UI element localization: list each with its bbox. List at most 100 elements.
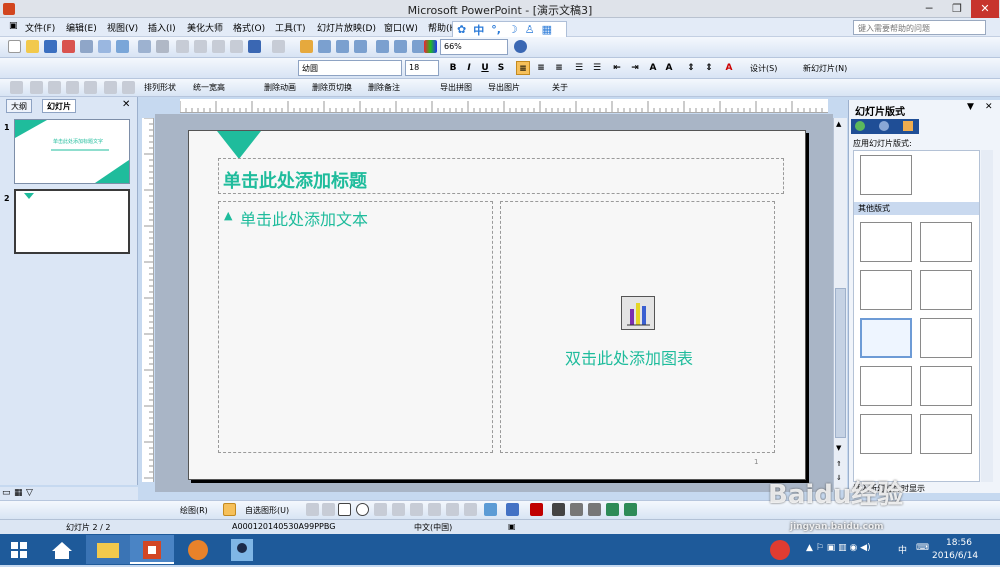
bold-button[interactable]: B — [446, 61, 460, 75]
insert-chart-icon[interactable] — [300, 40, 313, 53]
bullets-button[interactable]: ☰ — [590, 61, 604, 75]
ime-toolbar[interactable]: ✿ 中 °, ☽ ♙ ▦ — [452, 21, 567, 38]
pane-scrollbar[interactable] — [981, 150, 993, 482]
ime-indicator[interactable]: 中 — [898, 543, 907, 556]
align-center-button[interactable]: ≡ — [534, 61, 548, 75]
italic-button[interactable]: I — [462, 61, 476, 75]
draw-menu-button[interactable]: 绘图(R) — [180, 505, 208, 516]
textbox-icon[interactable] — [374, 503, 387, 516]
font-size-select[interactable]: 18 — [405, 60, 439, 76]
menu-tools[interactable]: 工具(T) — [275, 21, 306, 34]
increase-font-button[interactable]: A — [646, 61, 660, 75]
font-select[interactable]: 幼圆 — [298, 60, 402, 76]
layout-10[interactable] — [920, 414, 972, 454]
email-icon[interactable] — [116, 40, 129, 53]
slide-thumbnail-2[interactable] — [14, 189, 130, 254]
punct-icon[interactable]: °, — [491, 23, 501, 36]
back-icon[interactable] — [855, 121, 865, 131]
scroll-thumb[interactable] — [835, 288, 846, 438]
spelling-icon[interactable] — [138, 40, 151, 53]
tool-icon-4[interactable] — [66, 81, 79, 94]
picture-icon[interactable] — [446, 503, 459, 516]
tables-borders-icon[interactable] — [336, 40, 349, 53]
design-button[interactable]: 设计(S) — [750, 63, 777, 74]
fill-icon[interactable] — [464, 503, 477, 516]
photo-app-icon[interactable] — [220, 535, 264, 564]
layout-6[interactable] — [920, 318, 972, 358]
home-icon[interactable] — [903, 121, 913, 131]
autoshapes-button[interactable]: 自选图形(U) — [245, 505, 289, 516]
restore-button[interactable]: ❐ — [943, 0, 971, 18]
explorer-icon[interactable] — [86, 535, 130, 564]
tool-icon-2[interactable] — [30, 81, 43, 94]
arrow-icon[interactable] — [322, 503, 335, 516]
align-right-button[interactable]: ≡ — [552, 61, 566, 75]
format-painter-icon[interactable] — [230, 40, 243, 53]
line-style-icon[interactable] — [552, 503, 565, 516]
tray-app-icon[interactable] — [762, 537, 798, 563]
paste-icon[interactable] — [212, 40, 225, 53]
layout-9[interactable] — [860, 414, 912, 454]
keyboard-icon[interactable]: ⌨ — [916, 543, 929, 553]
shadow-button[interactable]: S — [494, 61, 508, 75]
help-search-input[interactable]: 键入需要帮助的问题 — [853, 20, 986, 35]
layout-text-chart-selected[interactable] — [860, 318, 912, 358]
wordart-icon[interactable] — [392, 503, 405, 516]
menu-file[interactable]: 文件(F) — [25, 21, 55, 34]
layout-2[interactable] — [920, 222, 972, 262]
clock-time[interactable]: 18:56 — [946, 538, 972, 548]
grid-icon[interactable]: ▦ — [542, 23, 552, 36]
slide-thumbnail-1[interactable]: 单击此处添加标题文字 — [14, 119, 130, 184]
font-color-icon[interactable] — [530, 503, 543, 516]
prev-slide-icon[interactable]: ⇑ — [836, 460, 842, 468]
menu-beautify[interactable]: 美化大师 — [187, 21, 223, 34]
copy-icon[interactable] — [194, 40, 207, 53]
tab-outline[interactable]: 大纲 — [6, 99, 32, 113]
moon-icon[interactable]: ☽ — [508, 23, 518, 36]
tool-icon-5[interactable] — [84, 81, 97, 94]
vertical-scrollbar[interactable]: ▲ ▼ ⇑ ⇓ — [833, 118, 847, 490]
delete-notes-button[interactable]: 删除备注 — [368, 82, 400, 93]
export-puzzle-button[interactable]: 导出拼图 — [440, 82, 472, 93]
close-button[interactable]: ✕ — [971, 0, 999, 18]
delete-animation-button[interactable]: 删除动画 — [264, 82, 296, 93]
3d-style-icon[interactable] — [624, 503, 637, 516]
line-icon[interactable] — [306, 503, 319, 516]
insert-image-icon[interactable] — [354, 40, 367, 53]
doc-icon[interactable]: ▣ — [9, 21, 18, 31]
tray-icons[interactable]: ▲ ⚐ ▣ ▥ ◉ ◀) — [806, 543, 871, 553]
tool-icon-7[interactable] — [122, 81, 135, 94]
slide-editor[interactable]: 单击此处添加标题 ▲ 单击此处添加文本 双击此处添加图表 1 — [188, 130, 806, 480]
show-formatting-icon[interactable] — [394, 40, 407, 53]
expand-icon[interactable] — [376, 40, 389, 53]
text-placeholder[interactable]: ▲ 单击此处添加文本 — [218, 201, 493, 453]
increase-spacing-button[interactable]: ⇕ — [702, 61, 716, 75]
clock-date[interactable]: 2016/6/14 — [932, 551, 978, 561]
menu-slideshow[interactable]: 幻灯片放映(D) — [317, 21, 376, 34]
minimize-button[interactable]: ─ — [915, 0, 943, 18]
tool-icon-1[interactable] — [10, 81, 23, 94]
title-placeholder[interactable]: 单击此处添加标题 — [218, 158, 784, 194]
help-icon[interactable] — [514, 40, 527, 53]
line-color-icon[interactable] — [506, 503, 519, 516]
open-icon[interactable] — [26, 40, 39, 53]
chart-placeholder[interactable]: 双击此处添加图表 — [500, 201, 775, 453]
cut-icon[interactable] — [176, 40, 189, 53]
redo-icon[interactable] — [272, 40, 285, 53]
menu-insert[interactable]: 插入(I) — [148, 21, 176, 34]
underline-button[interactable]: U — [478, 61, 492, 75]
tool-icon-3[interactable] — [48, 81, 61, 94]
ime-chinese[interactable]: 中 — [473, 22, 484, 38]
clipart-icon[interactable] — [428, 503, 441, 516]
align-left-button[interactable]: ≡ — [516, 61, 530, 75]
layout-1[interactable] — [860, 222, 912, 262]
scroll-up-icon[interactable]: ▲ — [836, 120, 841, 128]
numbering-button[interactable]: ☰ — [572, 61, 586, 75]
tool-icon-6[interactable] — [104, 81, 117, 94]
paw-icon[interactable]: ✿ — [457, 23, 466, 36]
layout-4[interactable] — [920, 270, 972, 310]
zoom-select[interactable]: 66% — [440, 39, 508, 55]
color-grayscale-icon[interactable] — [424, 40, 437, 53]
print-icon[interactable] — [80, 40, 93, 53]
menu-window[interactable]: 窗口(W) — [384, 21, 418, 34]
